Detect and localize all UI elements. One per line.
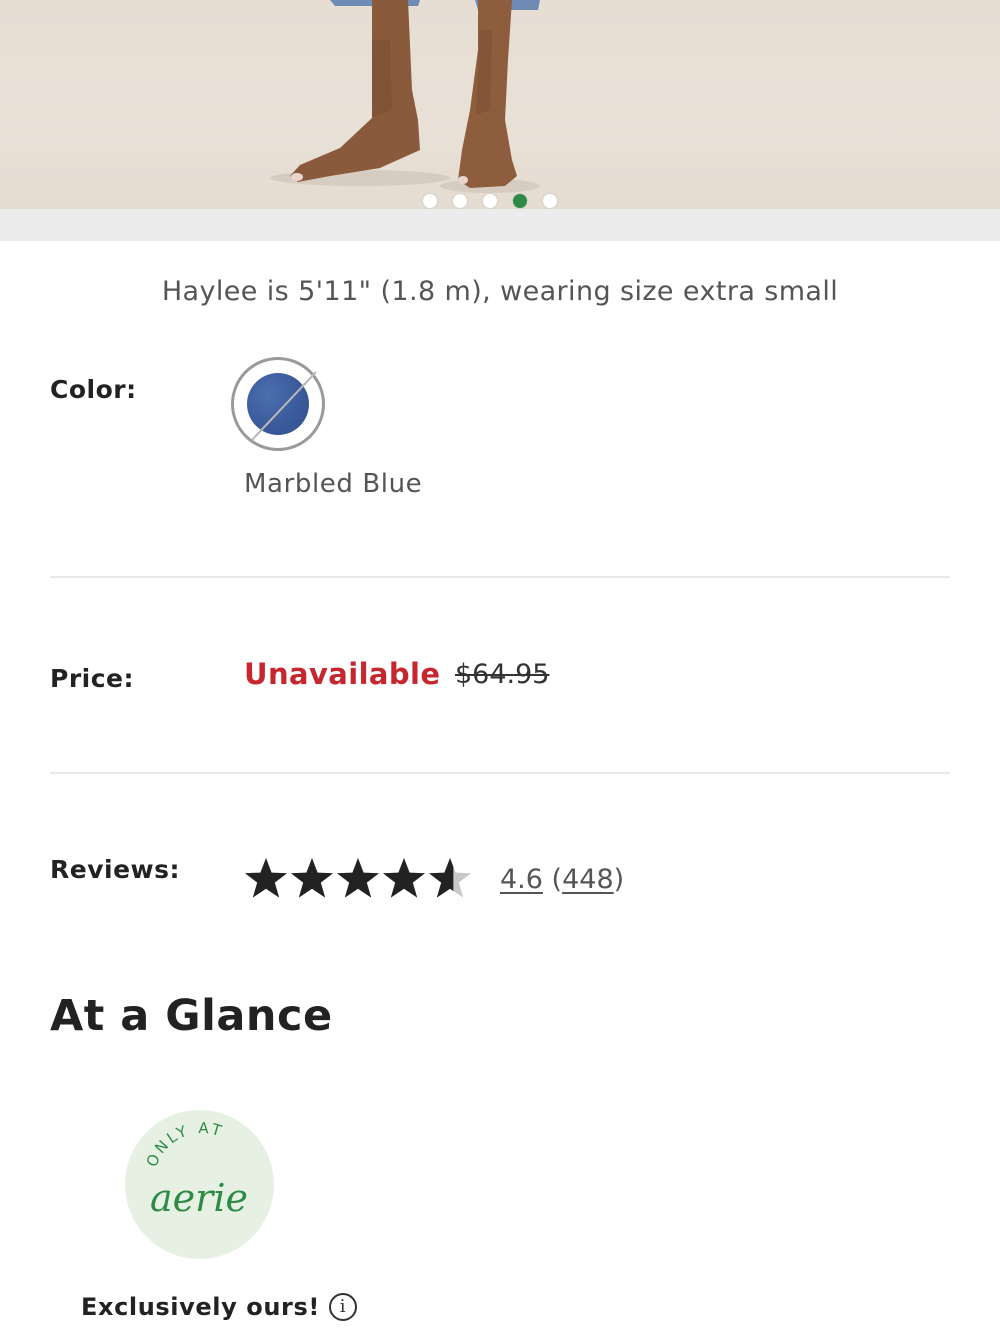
star-4 (383, 858, 425, 898)
selected-color-name: Marbled Blue (244, 469, 423, 499)
reviews-label: Reviews: (50, 855, 181, 884)
product-image[interactable] (0, 0, 1000, 209)
color-label: Color: (50, 375, 137, 404)
star-1 (245, 858, 287, 898)
price-status: Unavailable (244, 657, 441, 691)
rating-stars-icon (245, 858, 471, 898)
model-size-note: Haylee is 5'11" (1.8 m), wearing size ex… (161, 276, 839, 307)
review-count-close: ) (613, 864, 625, 895)
rating-value[interactable]: 4.6 (500, 864, 543, 895)
badge-top-text: ONLY AT (143, 1119, 227, 1170)
carousel-dot[interactable] (453, 194, 467, 208)
original-price: $64.95 (455, 659, 550, 690)
review-count[interactable]: 448 (562, 864, 614, 895)
info-icon[interactable]: i (328, 1293, 357, 1321)
carousel-dot[interactable] (423, 194, 437, 208)
review-count-open: ( (551, 864, 563, 895)
price-label: Price: (50, 664, 134, 693)
carousel-dot[interactable] (543, 194, 557, 208)
only-at-aerie-badge: ONLY AT aerie (125, 1110, 274, 1259)
image-bottom-band (0, 209, 1000, 241)
carousel-dot[interactable] (483, 194, 497, 208)
star-3 (337, 858, 379, 898)
rating-summary[interactable]: 4.6 (448) (500, 864, 624, 895)
carousel-indicators[interactable] (423, 194, 557, 208)
unavailable-slash-icon (251, 371, 317, 441)
product-photo (270, 0, 540, 193)
exclusive-text: Exclusively ours! (81, 1293, 320, 1321)
star-rating[interactable] (242, 855, 482, 903)
color-swatch-marbled-blue[interactable] (231, 357, 325, 451)
divider (50, 576, 950, 578)
badge-brand-text: aerie (150, 1176, 248, 1220)
star-5 (429, 858, 471, 898)
at-a-glance-heading: At a Glance (50, 991, 333, 1041)
exclusive-note: Exclusively ours! i (81, 1293, 357, 1321)
carousel-dot-active[interactable] (513, 194, 527, 208)
divider (50, 772, 950, 774)
star-2 (291, 858, 333, 898)
